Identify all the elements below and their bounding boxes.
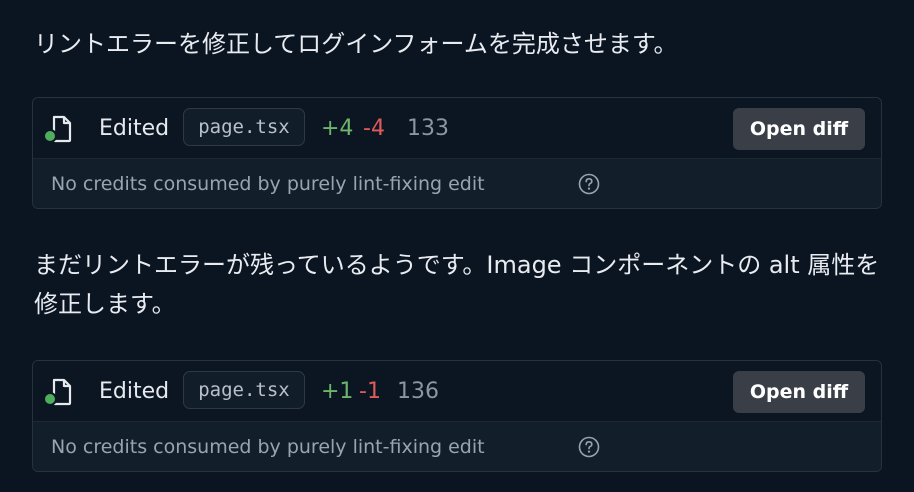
edit-action-label: Edited	[99, 379, 170, 404]
assistant-message-2: まだリントエラーが残っているようです。Image コンポーネントの alt 属性…	[34, 251, 880, 318]
line-count: 136	[397, 379, 439, 404]
status-dot	[45, 131, 55, 141]
line-count: 133	[407, 116, 449, 141]
edit-card-header: Edited page.tsx +4 -4 133 Open diff	[33, 98, 881, 158]
help-circle-icon[interactable]	[578, 436, 600, 458]
file-name-chip[interactable]: page.tsx	[183, 108, 305, 146]
credits-note: No credits consumed by purely lint-fixin…	[51, 173, 485, 195]
lines-added: +1	[321, 379, 354, 404]
lines-removed: -1	[359, 379, 381, 404]
lines-removed: -4	[363, 116, 385, 141]
edit-card-footer: No credits consumed by purely lint-fixin…	[33, 421, 881, 471]
lines-added: +4	[321, 116, 354, 141]
edit-card-1: Edited page.tsx +4 -4 133 Open diff No c…	[32, 97, 882, 209]
edit-card-header: Edited page.tsx +1 -1 136 Open diff	[33, 361, 881, 421]
open-diff-button[interactable]: Open diff	[733, 371, 865, 413]
assistant-message-1: リントエラーを修正してログインフォームを完成させます。	[34, 30, 678, 58]
credits-note: No credits consumed by purely lint-fixin…	[51, 436, 485, 458]
file-name-chip[interactable]: page.tsx	[183, 371, 305, 409]
help-circle-icon[interactable]	[578, 173, 600, 195]
status-dot	[45, 394, 55, 404]
open-diff-button[interactable]: Open diff	[733, 108, 865, 150]
edit-action-label: Edited	[99, 116, 170, 141]
edit-card-footer: No credits consumed by purely lint-fixin…	[33, 158, 881, 208]
edit-card-2: Edited page.tsx +1 -1 136 Open diff No c…	[32, 360, 882, 472]
